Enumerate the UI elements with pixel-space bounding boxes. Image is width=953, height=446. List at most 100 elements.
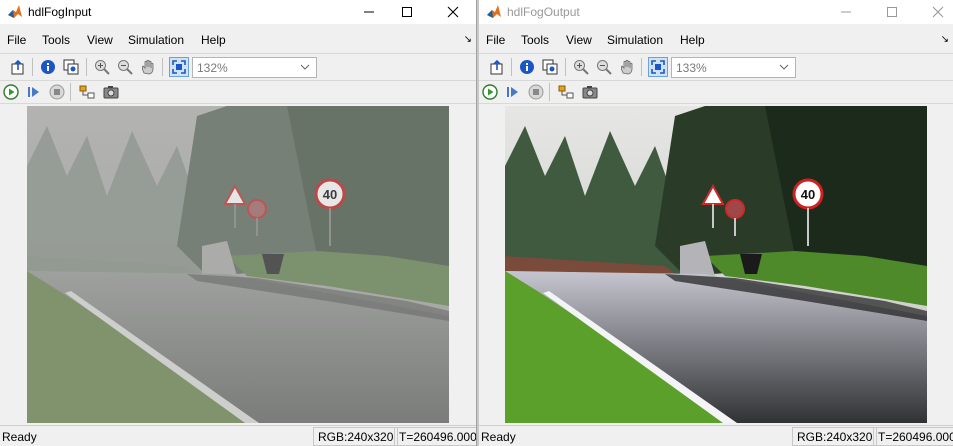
snapshot-icon <box>582 86 598 99</box>
toolbar: 133% <box>479 53 953 81</box>
print-button[interactable] <box>61 57 81 77</box>
menu-tools[interactable]: Tools <box>42 33 70 47</box>
menu-tools[interactable]: Tools <box>521 33 549 47</box>
info-icon <box>520 60 534 74</box>
close-button[interactable] <box>438 0 468 24</box>
zoom-out-button[interactable] <box>594 57 614 77</box>
maximize-icon <box>402 7 412 17</box>
status-sim-time: T=260496.000 <box>873 427 953 446</box>
status-bar: Ready RGB:240x320 T=260496.000 <box>0 425 482 446</box>
parent-model-button[interactable] <box>8 57 28 77</box>
fog-output-window: hdlFogOutput File Tools View Simulation … <box>479 0 953 446</box>
zoom-level-value: 132% <box>197 61 228 75</box>
maximize-button[interactable] <box>392 0 422 24</box>
menu-simulation[interactable]: Simulation <box>607 33 663 47</box>
chevron-down-icon <box>300 64 310 70</box>
menu-file[interactable]: File <box>7 33 26 47</box>
close-icon <box>447 6 459 18</box>
run-button[interactable] <box>480 82 500 102</box>
step-forward-button[interactable] <box>24 82 44 102</box>
minimize-button[interactable] <box>831 0 861 24</box>
video-frame-defogged[interactable]: 40 <box>505 106 927 423</box>
fit-to-view-icon <box>172 60 186 74</box>
highlight-block-button[interactable] <box>556 82 576 102</box>
zoom-out-icon <box>118 60 133 75</box>
run-icon <box>3 84 19 100</box>
step-forward-button[interactable] <box>503 82 523 102</box>
video-viewer[interactable]: 40 <box>479 104 953 425</box>
toolbar: 132% <box>0 53 476 81</box>
minimize-icon <box>841 11 851 13</box>
snapshot-icon <box>103 86 119 99</box>
menu-overflow-icon[interactable]: ↘ <box>464 34 472 45</box>
snapshot-button[interactable] <box>580 82 600 102</box>
pan-button[interactable] <box>617 57 637 77</box>
matlab-icon <box>8 5 22 18</box>
menu-file[interactable]: File <box>486 33 505 47</box>
status-bar: Ready RGB:240x320 T=260496.000 <box>479 425 953 446</box>
simulation-toolbar <box>479 81 953 104</box>
highlight-block-button[interactable] <box>77 82 97 102</box>
close-icon <box>932 6 944 18</box>
stop-button[interactable] <box>526 82 546 102</box>
zoom-in-button[interactable] <box>92 57 112 77</box>
pan-icon <box>141 59 154 75</box>
print-icon <box>542 59 558 75</box>
stop-button[interactable] <box>47 82 67 102</box>
zoom-level-value: 133% <box>676 61 707 75</box>
status-rgb-size: RGB:240x320 <box>792 427 878 446</box>
run-button[interactable] <box>1 82 21 102</box>
close-button[interactable] <box>923 0 953 24</box>
menu-help[interactable]: Help <box>201 33 226 47</box>
status-ready-text: Ready <box>481 430 516 444</box>
zoom-out-icon <box>597 60 612 75</box>
step-forward-icon <box>507 87 518 97</box>
title-bar[interactable]: hdlFogOutput <box>479 0 953 24</box>
status-sim-time: T=260496.000 <box>394 427 482 446</box>
zoom-in-icon <box>95 60 110 75</box>
zoom-in-button[interactable] <box>571 57 591 77</box>
zoom-level-select[interactable]: 132% <box>192 57 317 78</box>
window-title: hdlFogOutput <box>507 5 580 19</box>
print-icon <box>63 59 79 75</box>
info-button[interactable] <box>38 57 58 77</box>
speed-sign-text: 40 <box>801 187 815 202</box>
info-button[interactable] <box>517 57 537 77</box>
menu-view[interactable]: View <box>566 33 592 47</box>
zoom-out-button[interactable] <box>115 57 135 77</box>
simulation-toolbar <box>0 81 476 104</box>
window-title: hdlFogInput <box>28 5 92 19</box>
fit-to-view-button[interactable] <box>169 57 189 77</box>
parent-model-button[interactable] <box>487 57 507 77</box>
parent-model-icon <box>490 59 503 75</box>
menu-simulation[interactable]: Simulation <box>128 33 184 47</box>
zoom-in-icon <box>574 60 589 75</box>
minimize-button[interactable] <box>354 0 384 24</box>
menu-overflow-icon[interactable]: ↘ <box>941 34 949 45</box>
menu-bar: File Tools View Simulation Help ↘ <box>479 28 953 50</box>
step-forward-icon <box>28 87 39 97</box>
maximize-icon <box>887 7 897 17</box>
video-viewer[interactable]: 40 <box>0 104 476 425</box>
minimize-icon <box>364 11 374 13</box>
info-icon <box>41 60 55 74</box>
title-bar[interactable]: hdlFogInput <box>0 0 476 24</box>
print-button[interactable] <box>540 57 560 77</box>
matlab-icon <box>487 5 501 18</box>
zoom-level-select[interactable]: 133% <box>671 57 796 78</box>
pan-button[interactable] <box>138 57 158 77</box>
maximize-button[interactable] <box>877 0 907 24</box>
fog-input-window: hdlFogInput File Tools View Simulation H… <box>0 0 482 446</box>
stop-icon <box>49 84 65 100</box>
video-frame-foggy[interactable]: 40 <box>27 106 449 423</box>
pan-icon <box>620 59 633 75</box>
fit-to-view-button[interactable] <box>648 57 668 77</box>
fit-to-view-icon <box>651 60 665 74</box>
chevron-down-icon <box>779 64 789 70</box>
parent-model-icon <box>11 59 24 75</box>
status-ready-text: Ready <box>2 430 37 444</box>
menu-view[interactable]: View <box>87 33 113 47</box>
menu-bar: File Tools View Simulation Help ↘ <box>0 28 476 50</box>
snapshot-button[interactable] <box>101 82 121 102</box>
menu-help[interactable]: Help <box>680 33 705 47</box>
